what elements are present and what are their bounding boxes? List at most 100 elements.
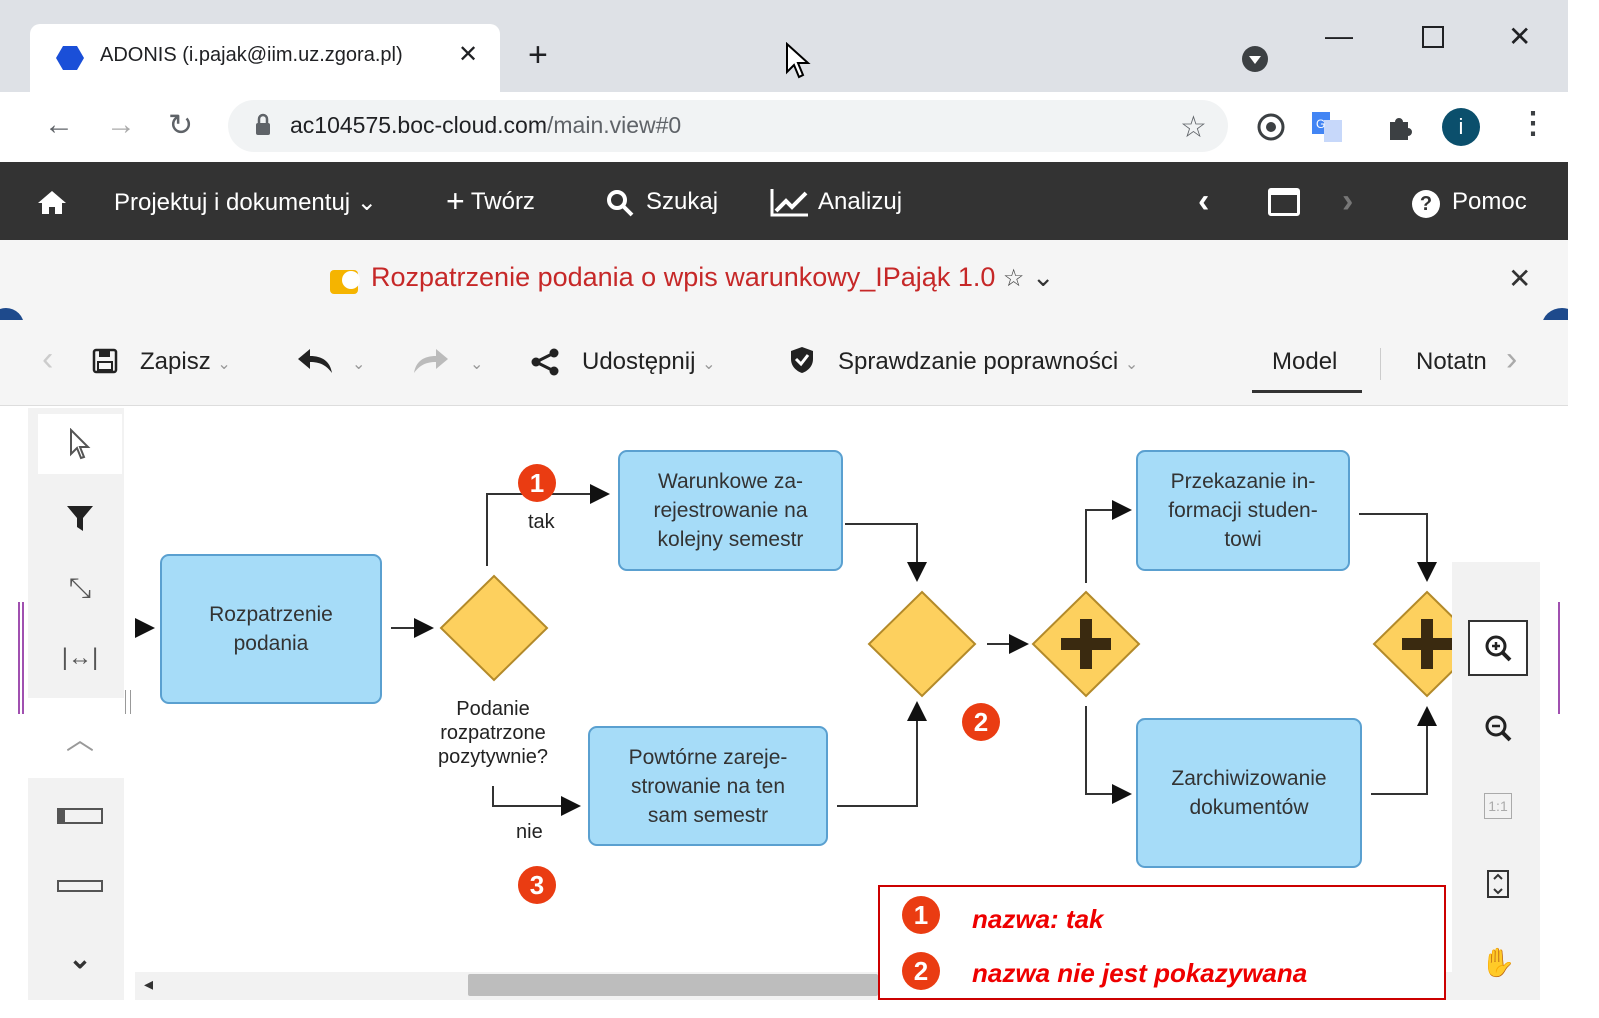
edge-label-no: nie	[516, 821, 543, 843]
undo-dropdown[interactable]: ⌄	[352, 348, 365, 376]
share-button[interactable]: Udostępnij ⌄	[582, 348, 715, 376]
legend-marker-1: 1	[902, 896, 940, 934]
plus-icon: +	[446, 183, 465, 219]
favorite-star-icon[interactable]: ☆	[1003, 265, 1025, 292]
tab-model[interactable]: Model	[1272, 348, 1337, 376]
filter-icon	[67, 506, 93, 531]
menu-design[interactable]: Projektuj i dokumentuj ⌄	[114, 188, 377, 217]
forward-icon[interactable]: →	[106, 108, 136, 142]
profile-avatar[interactable]: i	[1442, 108, 1480, 146]
maximize-window-icon[interactable]	[1422, 26, 1444, 48]
previous-chevron-icon[interactable]: ‹	[1198, 182, 1209, 221]
connector-tool[interactable]: ⤡	[38, 558, 122, 618]
task-review-application[interactable]: Rozpatrzenie podania	[160, 554, 382, 704]
zoom-reset-button[interactable]: 1:1	[1468, 778, 1528, 834]
fit-page-icon	[1487, 870, 1509, 898]
lane-shape-icon	[57, 880, 103, 892]
pan-hand-button[interactable]: ✋	[1468, 934, 1528, 990]
back-icon[interactable]: ←	[44, 108, 74, 142]
share-icon[interactable]	[530, 348, 560, 376]
tab-model-underline	[1252, 390, 1362, 393]
url-text[interactable]: ac104575.boc-cloud.com/main.view#0	[290, 112, 681, 139]
left-resize-handle[interactable]	[18, 602, 24, 714]
annotation-marker-3: 3	[518, 866, 556, 904]
redo-icon[interactable]	[412, 347, 450, 375]
tab-notes[interactable]: Notatn	[1416, 348, 1487, 376]
pool-shape-tool[interactable]	[38, 786, 122, 846]
lane-shape-tool[interactable]	[38, 856, 122, 916]
extensions-puzzle-icon[interactable]	[1384, 112, 1414, 142]
model-title: Rozpatrzenie podania o wpis warunkowy_IP…	[371, 262, 1055, 292]
zoom-out-icon	[1485, 715, 1512, 742]
zoom-in-icon	[1485, 635, 1512, 662]
next-chevron-icon[interactable]: ›	[1342, 182, 1353, 221]
task-label: Warunkowe za-rejestrowanie na kolejny se…	[653, 470, 808, 551]
fit-width-tool[interactable]: |↔|	[38, 628, 122, 688]
undo-icon[interactable]	[296, 347, 334, 375]
legend-marker-2: 2	[902, 952, 940, 990]
tab-close-icon[interactable]: ✕	[458, 40, 478, 69]
mouse-cursor-icon	[786, 42, 811, 79]
parallel-split-gateway[interactable]	[1031, 590, 1141, 698]
zoom-in-button[interactable]	[1468, 620, 1528, 676]
help-icon[interactable]: ?	[1412, 190, 1440, 218]
home-icon[interactable]	[36, 189, 68, 215]
task-inform-student[interactable]: Przekazanie in-formacji studen-towi	[1136, 450, 1350, 571]
zoom-reset-label: 1:1	[1484, 793, 1512, 819]
scroll-left-icon[interactable]: ◂	[144, 974, 153, 995]
filter-tool[interactable]	[38, 488, 122, 548]
bookmark-star-icon[interactable]: ☆	[1180, 110, 1207, 145]
validation-shield-icon[interactable]	[790, 346, 814, 374]
lock-icon[interactable]	[254, 113, 272, 137]
validation-button[interactable]: Sprawdzanie poprawności ⌄	[838, 348, 1138, 376]
menu-search[interactable]: Szukaj	[646, 188, 718, 216]
merge-gateway[interactable]	[867, 590, 977, 698]
hand-icon: ✋	[1480, 946, 1516, 978]
right-resize-handle[interactable]	[1558, 602, 1564, 714]
save-icon[interactable]	[92, 348, 118, 374]
search-icon[interactable]	[606, 189, 634, 217]
browser-tab-title: ADONIS (i.pajak@iim.uz.zgora.pl)	[100, 44, 403, 66]
fit-width-icon: |↔|	[61, 644, 99, 671]
analyze-chart-icon[interactable]	[770, 187, 810, 217]
save-button[interactable]: Zapisz ⌄	[140, 348, 231, 376]
menu-help[interactable]: Pomoc	[1452, 188, 1527, 216]
redo-dropdown[interactable]: ⌄	[470, 348, 483, 376]
zoom-out-button[interactable]	[1468, 700, 1528, 756]
minimize-window-icon[interactable]: —	[1325, 20, 1353, 52]
title-chevron-down-icon[interactable]: ⌄	[1032, 262, 1055, 292]
adonis-favicon-icon	[56, 46, 84, 70]
toolbar-scroll-left-icon[interactable]: ‹	[42, 340, 53, 379]
fit-page-button[interactable]	[1468, 856, 1528, 912]
palette-scroll-down-icon[interactable]: ⌄	[38, 928, 122, 988]
edge-label-yes: tak	[528, 511, 555, 533]
menu-analyze[interactable]: Analizuj	[818, 188, 902, 216]
extension-circle-icon[interactable]	[1256, 112, 1286, 142]
close-model-icon[interactable]: ✕	[1508, 262, 1531, 295]
palette-splitter[interactable]	[125, 690, 131, 714]
palette-scroll-up-icon[interactable]: ︿	[38, 708, 122, 768]
menu-create[interactable]: + Twórz	[446, 185, 535, 217]
task-repeat-registration[interactable]: Powtórne zareje-strowanie na ten sam sem…	[588, 726, 828, 846]
tab-divider	[1380, 348, 1381, 380]
task-label: Powtórne zareje-strowanie na ten sam sem…	[628, 745, 788, 827]
task-conditional-registration[interactable]: Warunkowe za-rejestrowanie na kolejny se…	[618, 450, 843, 571]
task-label: Zarchiwizowanie dokumentów	[1171, 767, 1327, 819]
task-archive-documents[interactable]: Zarchiwizowanie dokumentów	[1136, 718, 1362, 868]
close-window-icon[interactable]: ✕	[1508, 20, 1531, 53]
browser-menu-icon[interactable]: ⋮	[1518, 106, 1548, 141]
toolbar-scroll-right-icon[interactable]: ›	[1506, 340, 1517, 379]
media-control-icon[interactable]	[1240, 44, 1270, 74]
legend-text-2: nazwa nie jest pokazywana	[972, 958, 1308, 988]
new-tab-button[interactable]: +	[528, 36, 548, 75]
window-icon[interactable]	[1268, 188, 1300, 216]
reload-icon[interactable]: ↻	[168, 108, 193, 143]
legend-text-1: nazwa: tak	[972, 904, 1104, 934]
translate-icon[interactable]: G	[1312, 112, 1344, 142]
task-label: Rozpatrzenie podania	[209, 603, 333, 655]
scrollbar-thumb[interactable]	[468, 974, 878, 996]
pointer-icon	[70, 428, 91, 460]
decision-gateway[interactable]	[439, 574, 549, 682]
select-pointer-tool[interactable]	[38, 414, 122, 474]
model-file-icon	[330, 270, 360, 294]
